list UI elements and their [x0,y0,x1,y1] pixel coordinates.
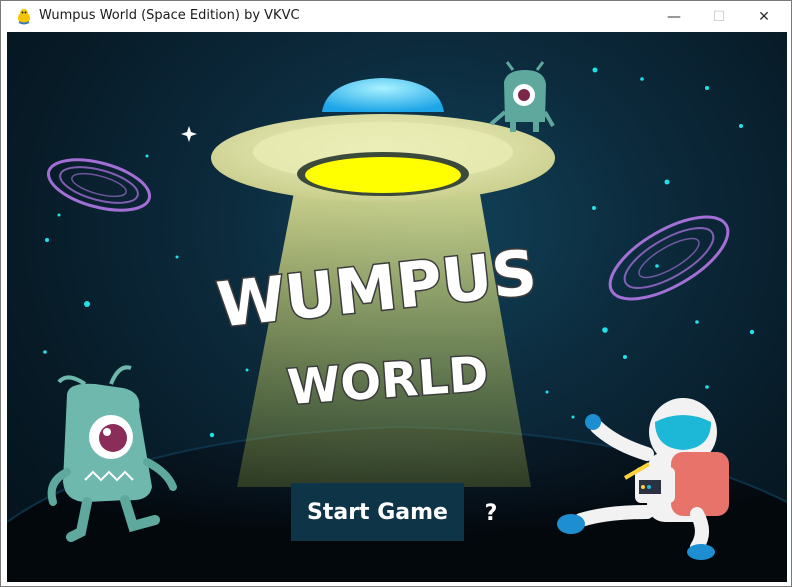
close-icon: ✕ [758,8,770,25]
galaxy-swirl-left [46,158,152,212]
help-button[interactable]: ? [477,497,505,529]
pygame-snake-icon [18,9,30,25]
title-bar[interactable]: Wumpus World (Space Edition) by VKVC — ☐… [1,1,791,32]
maximize-button[interactable]: ☐ [696,1,742,32]
minimize-icon: — [667,8,681,25]
galaxy-swirl-right [608,215,730,301]
start-game-button[interactable]: Start Game [291,483,464,541]
small-alien [489,61,555,132]
ufo [211,78,555,202]
close-button[interactable]: ✕ [741,1,787,32]
app-window: Wumpus World (Space Edition) by VKVC — ☐… [0,0,792,587]
minimize-button[interactable]: — [651,1,697,32]
game-canvas[interactable]: WUMPUS WORLD Start Game ? [7,32,787,582]
window-title: Wumpus World (Space Edition) by VKVC [39,8,300,23]
maximize-icon: ☐ [712,8,726,25]
sparkle-icon [181,126,197,142]
